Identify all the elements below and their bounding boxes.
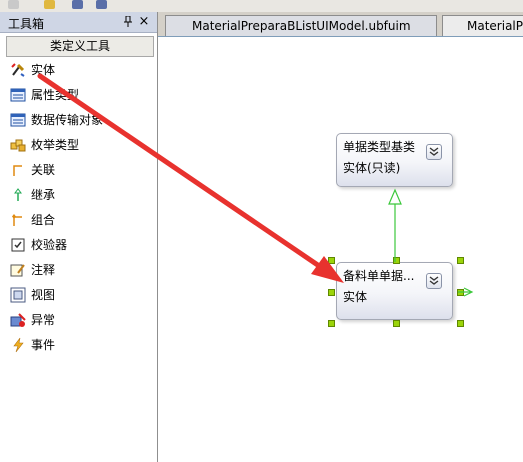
toolbox-section-class-tools[interactable]: 类定义工具 bbox=[6, 36, 154, 57]
composition-icon bbox=[12, 214, 22, 226]
toolbox-item-association[interactable]: 关联 bbox=[10, 159, 150, 181]
event-icon bbox=[13, 337, 24, 353]
toolbox-item-label: 实体 bbox=[31, 63, 56, 77]
selection-handle[interactable] bbox=[328, 320, 335, 327]
toolbox-item-label: 枚举类型 bbox=[31, 138, 80, 152]
toolbox-item-property-type[interactable]: 属性类型 bbox=[10, 84, 150, 106]
toolbox-item-label: 事件 bbox=[31, 338, 56, 352]
entity-icon bbox=[11, 63, 25, 77]
toolbox-item-inheritance[interactable]: 继承 bbox=[10, 184, 150, 206]
selection-handle[interactable] bbox=[393, 257, 400, 264]
shape-subtitle: 实体(只读) bbox=[343, 161, 401, 175]
toolbox-item-dto[interactable]: 数据传输对象 bbox=[10, 109, 150, 131]
pin-icon[interactable] bbox=[121, 14, 135, 29]
toolbox-panel: 工具箱 × 类定义工具 实体 属性类型 数据传输对象 枚举类型 关联 继承 组合… bbox=[0, 12, 158, 462]
inheritance-icon bbox=[14, 188, 22, 201]
selection-handle[interactable] bbox=[328, 289, 335, 296]
toolbox-item-comment[interactable]: 注释 bbox=[10, 259, 150, 281]
save-icon[interactable] bbox=[72, 0, 83, 9]
toolbox-item-label: 继承 bbox=[31, 188, 56, 202]
selection-handle[interactable] bbox=[457, 320, 464, 327]
save-all-icon[interactable] bbox=[96, 0, 107, 9]
toolbox-item-exception[interactable]: 异常 bbox=[10, 309, 150, 331]
toolbox-item-view[interactable]: 视图 bbox=[10, 284, 150, 306]
close-icon[interactable]: × bbox=[137, 14, 151, 29]
toolbox-item-composition[interactable]: 组合 bbox=[10, 209, 150, 231]
view-icon bbox=[10, 287, 26, 303]
tab-material-prepara-ui-model[interactable]: MaterialPreparaBListUIModel.ubfuim bbox=[165, 15, 437, 36]
enum-icon bbox=[10, 139, 26, 152]
selection-handle[interactable] bbox=[457, 257, 464, 264]
toolbox-item-label: 校验器 bbox=[31, 238, 68, 252]
shape-title: 单据类型基类 bbox=[343, 140, 416, 154]
expand-icon[interactable] bbox=[426, 144, 442, 160]
shape-title: 备料单单据... bbox=[343, 269, 415, 283]
toolbox-item-entity[interactable]: 实体 bbox=[10, 59, 150, 81]
toolbox-item-label: 数据传输对象 bbox=[31, 113, 104, 127]
toolbox-item-label: 视图 bbox=[31, 288, 56, 302]
toolbox-header: 工具箱 × bbox=[0, 12, 157, 33]
designer-canvas[interactable]: 单据类型基类 实体(只读) 备料单单据... 实体 bbox=[158, 37, 523, 462]
toolbox-item-enum[interactable]: 枚举类型 bbox=[10, 134, 150, 156]
toolbox-item-label: 异常 bbox=[31, 313, 56, 327]
toolbox-item-label: 组合 bbox=[31, 213, 56, 227]
toolbox-item-label: 注释 bbox=[31, 263, 56, 277]
selection-handle[interactable] bbox=[393, 320, 400, 327]
validator-icon bbox=[11, 238, 25, 252]
property-type-icon bbox=[10, 88, 26, 102]
open-icon[interactable] bbox=[44, 0, 55, 9]
expand-icon[interactable] bbox=[426, 273, 442, 289]
exception-icon bbox=[10, 313, 26, 327]
toolbox-item-validator[interactable]: 校验器 bbox=[10, 234, 150, 256]
toolbox-item-label: 关联 bbox=[31, 163, 56, 177]
dto-icon bbox=[10, 113, 26, 127]
shape-subtitle: 实体 bbox=[343, 290, 368, 304]
toolbox-item-event[interactable]: 事件 bbox=[10, 334, 150, 356]
tab-material-pr[interactable]: MaterialPr bbox=[442, 15, 523, 36]
top-toolbar bbox=[0, 0, 523, 12]
selection-handle[interactable] bbox=[457, 289, 464, 296]
toolbox-title: 工具箱 bbox=[8, 17, 45, 31]
association-icon bbox=[13, 165, 22, 176]
entity-shape[interactable]: 备料单单据... 实体 bbox=[336, 262, 453, 320]
selection-handle[interactable] bbox=[328, 257, 335, 264]
base-class-shape[interactable]: 单据类型基类 实体(只读) bbox=[336, 133, 453, 187]
new-icon[interactable] bbox=[8, 0, 19, 9]
document-tab-strip: MaterialPreparaBListUIModel.ubfuim Mater… bbox=[158, 12, 523, 37]
toolbox-item-label: 属性类型 bbox=[31, 88, 80, 102]
comment-icon bbox=[10, 264, 25, 277]
